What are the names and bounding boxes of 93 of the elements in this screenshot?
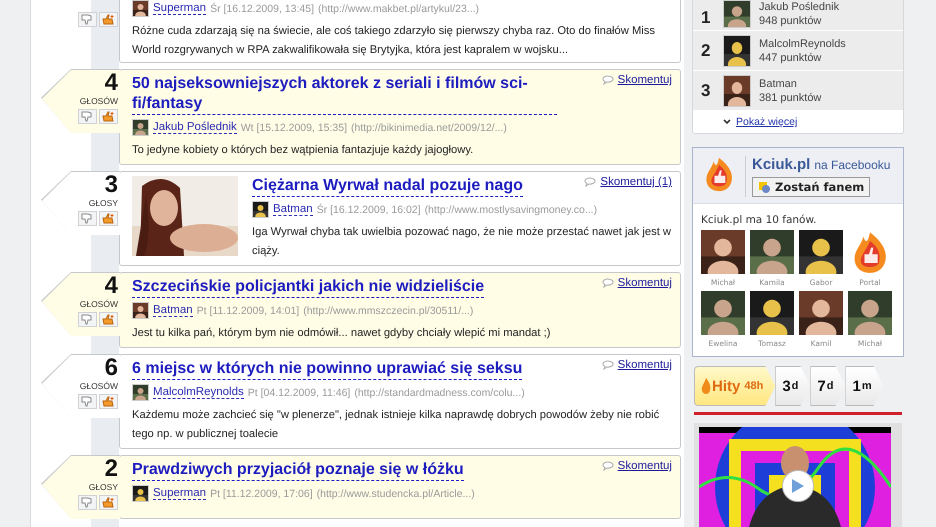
post-excerpt: To jedyne kobiety o których bez wątpienia fantazjuje każdy jajogłowy.	[132, 143, 474, 158]
post-date: Pt [04.12.2009, 11:46]	[248, 386, 350, 398]
comment-link[interactable]: Skomentuj	[602, 74, 672, 86]
fan-icon	[758, 180, 771, 194]
period-tab[interactable]: 1m	[845, 366, 884, 406]
vote-down-button[interactable]	[78, 109, 97, 124]
flame-icon	[701, 378, 711, 394]
vote-count: 3	[104, 172, 118, 198]
thumb-down-icon	[81, 497, 94, 508]
thumb-down-icon	[81, 213, 94, 224]
votes-label: GŁOSÓW	[80, 96, 118, 107]
user-points: 381 punktów	[759, 90, 822, 104]
fan-count: Kciuk.pl ma 10 fanów.	[701, 214, 818, 226]
thumb-up-icon	[102, 110, 115, 122]
user-name[interactable]: MalcolmReynolds	[759, 36, 846, 50]
vote-count: 4	[104, 273, 118, 299]
author-link[interactable]: Batman	[273, 203, 313, 216]
rank-number: 1	[701, 8, 712, 28]
comment-link[interactable]: Skomentuj	[602, 277, 672, 289]
post-title[interactable]: 50 najseksowniejszych aktorek z seriali i filmów sci-fi/fantasy	[132, 74, 557, 115]
rank-number: 3	[701, 80, 712, 100]
comment-link[interactable]: Skomentuj	[602, 460, 672, 472]
thumb-up-icon	[102, 496, 115, 508]
vote-down-button[interactable]	[78, 312, 97, 327]
vote-up-button[interactable]	[99, 495, 118, 510]
show-more-link[interactable]: Pokaż więcej	[693, 111, 903, 133]
author-link[interactable]: Batman	[153, 304, 193, 317]
source-url: (http://standardmadness.com/colu...)	[354, 386, 525, 398]
post-excerpt: Różne cuda zdarzają się na świecie, ale coś takiego zdarzyło się pierwszy chyba raz. Oto do finałów Miss World rozgrywanych w RPA zakwalifikowała się Brytyjka, która jest kapralem w wojsku...	[132, 24, 656, 58]
vote-up-button[interactable]	[99, 211, 118, 226]
votes-label: GŁOSY	[88, 482, 118, 493]
post-date: Śr [16.12.2009, 16:02]	[316, 204, 421, 216]
chevron-down-icon	[723, 119, 731, 125]
thumb-up-icon	[102, 314, 115, 326]
speech-bubble-icon	[602, 360, 615, 370]
vote-up-button[interactable]	[99, 12, 118, 27]
user-name[interactable]: Jakub Poślednik	[759, 0, 840, 14]
comment-link[interactable]: Skomentuj (1)	[584, 176, 672, 188]
votes-label: GŁOSÓW	[80, 299, 118, 310]
author-link[interactable]: Superman	[153, 2, 206, 15]
votes-label: GŁOSY	[88, 198, 118, 209]
play-icon	[791, 478, 805, 494]
vote-count: 6	[104, 355, 118, 381]
become-fan-button[interactable]: Zostań fanem	[752, 177, 870, 197]
vote-down-button[interactable]	[78, 495, 97, 510]
source-url: (http://www.makbet.pl/artykul/23...)	[318, 2, 480, 14]
vote-up-button[interactable]	[99, 312, 118, 327]
rank-number: 2	[701, 40, 712, 60]
site-link[interactable]: Kciuk.pl	[752, 156, 810, 173]
post-date: Pt [11.12.2009, 14:01]	[196, 304, 300, 316]
post-title[interactable]: Ciężarna Wyrwał nadal pozuje nago	[252, 176, 523, 197]
thumb-down-icon	[81, 111, 94, 122]
vote-down-button[interactable]	[78, 12, 97, 27]
thumb-up-icon	[102, 14, 115, 26]
thumb-up-icon	[102, 396, 115, 408]
source-url: (http://www.mmszczecin.pl/30511/...)	[303, 304, 474, 316]
vote-down-button[interactable]	[78, 211, 97, 226]
source-url: (http://bikinimedia.net/2009/12/...)	[351, 122, 507, 134]
user-points: 948 punktów	[759, 14, 822, 28]
user-name[interactable]: Batman	[759, 76, 822, 90]
author-link[interactable]: Superman	[153, 487, 206, 500]
source-url: (http://www.mostlysavingmoney.co...)	[424, 204, 598, 216]
vote-count: 4	[104, 70, 118, 96]
vote-down-button[interactable]	[78, 394, 97, 409]
author-link[interactable]: Jakub Poślednik	[153, 121, 237, 134]
vote-count: 2	[104, 456, 118, 482]
post-title[interactable]: Szczecińskie policjantki jakich nie widzieliście	[132, 277, 484, 298]
speech-bubble-icon	[584, 177, 598, 187]
thumb-down-icon	[81, 314, 94, 325]
thumb-down-icon	[81, 396, 94, 407]
post-excerpt: Każdemu może zachcieć się "w plenerze", jednak istnieje kilka naprawdę dobrych powodów żeby nie robić tego np. w publicznej toalecie	[132, 408, 660, 442]
speech-bubble-icon	[602, 278, 615, 288]
speech-bubble-icon	[602, 461, 615, 471]
thumb-down-icon	[81, 14, 94, 25]
post-title[interactable]: Prawdziwych przyjaciół poznaje się w łóżku	[132, 460, 464, 481]
period-tab[interactable]: 3d	[775, 366, 810, 406]
post-title[interactable]: 6 miejsc w których nie powinno uprawiać się seksu	[132, 359, 522, 380]
facebook-label: na Facebooku	[814, 158, 890, 172]
post-date: Wt [15.12.2009, 15:35]	[240, 122, 347, 134]
speech-bubble-icon	[602, 75, 615, 85]
period-tab[interactable]: 7d	[810, 366, 846, 406]
comment-link[interactable]: Skomentuj	[602, 359, 672, 371]
post-date: Pt [11.12.2009, 17:06]	[210, 488, 313, 500]
votes-label: GŁOSÓW	[80, 381, 118, 392]
vote-up-button[interactable]	[99, 394, 118, 409]
user-points: 447 punktów	[759, 50, 822, 64]
source-url: (http://www.studencka.pl/Article...)	[316, 488, 475, 500]
post-excerpt: Jest tu kilka pań, którym bym nie odmówił... nawet gdyby chciały wlepić mi mandat ;)	[132, 326, 552, 341]
thumb-up-icon	[102, 212, 115, 224]
post-excerpt: Iga Wyrwał chyba tak uwielbia pozować nago, że nie może przestać nawet jak jest w ciąży.	[252, 225, 672, 259]
vote-up-button[interactable]	[99, 109, 118, 124]
author-link[interactable]: MalcolmReynolds	[153, 386, 244, 399]
post-date: Śr [16.12.2009, 13:45]	[210, 2, 314, 14]
